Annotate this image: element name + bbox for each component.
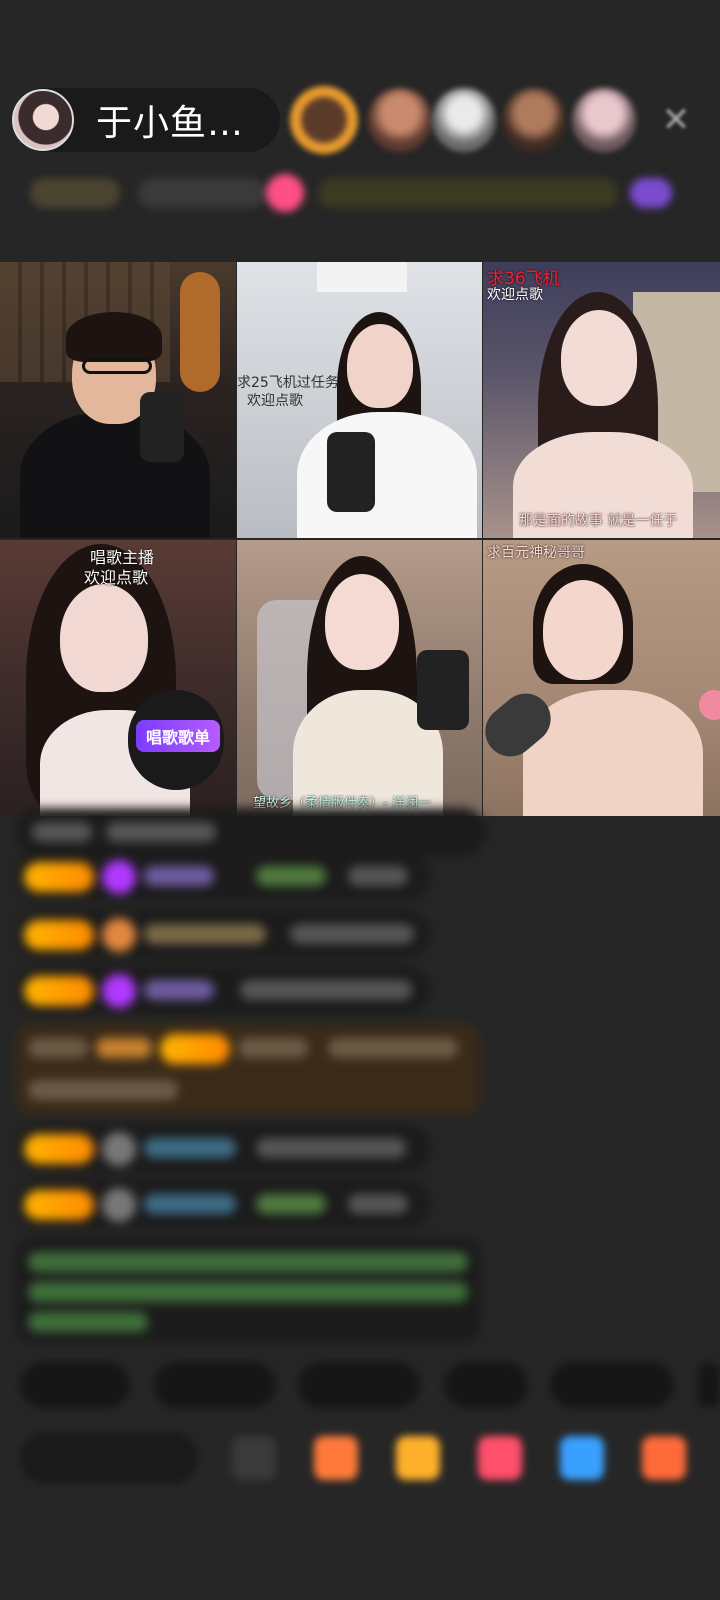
tile-caption: 求百元神秘哥哥 (487, 545, 585, 561)
viewer-avatar[interactable] (432, 88, 496, 152)
guest-video-tile-3[interactable]: 求36飞机 欢迎点歌 那是面的故事 就是一任于 (483, 262, 720, 538)
tile-caption: 求25飞机过任务 (237, 375, 339, 391)
quick-reply-chip[interactable] (298, 1362, 420, 1408)
viewer-avatar[interactable] (368, 88, 432, 152)
quick-reply-bar (0, 1356, 720, 1412)
guest-video-tile-2[interactable]: 求25飞机过任务 欢迎点歌 (237, 262, 482, 538)
viewer-avatar[interactable] (290, 86, 358, 154)
live-room: 于小鱼爱… ✕ 求25飞机过任务 欢迎点歌 求36飞机 欢迎点歌 那是面的故事 … (0, 0, 720, 1600)
quick-reply-chip[interactable] (444, 1362, 528, 1408)
room-info-row (0, 168, 720, 220)
viewer-avatar[interactable] (572, 88, 636, 152)
host-avatar[interactable] (12, 89, 74, 151)
close-icon[interactable]: ✕ (656, 100, 696, 140)
emoji-icon[interactable] (232, 1436, 276, 1480)
multi-guest-video-grid: 求25飞机过任务 欢迎点歌 求36飞机 欢迎点歌 那是面的故事 就是一任于 唱歌… (0, 262, 720, 816)
quick-reply-chip[interactable] (698, 1362, 720, 1408)
guest-video-tile-1[interactable] (0, 262, 236, 538)
chat-message-list (0, 806, 720, 1346)
quick-reply-chip[interactable] (550, 1362, 674, 1408)
song-list-badge[interactable]: 唱歌歌单 (136, 720, 221, 752)
chat-system-notice (16, 1238, 480, 1342)
host-info-pill[interactable]: 于小鱼爱… (12, 88, 280, 152)
gift-box-icon[interactable] (314, 1436, 358, 1480)
chat-message (16, 910, 430, 958)
quick-reply-chip[interactable] (20, 1362, 130, 1408)
chat-message-highlight (16, 1024, 480, 1114)
gift-icon[interactable] (396, 1436, 440, 1480)
chat-message (16, 808, 486, 856)
host-name: 于小鱼爱… (96, 103, 276, 144)
tile-caption: 欢迎点歌 (84, 568, 149, 587)
guest-video-tile-6[interactable]: 求百元神秘哥哥 (483, 540, 720, 816)
chat-message (16, 966, 430, 1014)
chat-message (16, 1124, 430, 1172)
bottom-action-bar (0, 1426, 720, 1490)
viewer-avatar[interactable] (502, 88, 566, 152)
chat-message (16, 852, 430, 900)
tile-caption: 欢迎点歌 (247, 393, 303, 409)
tile-caption: 那是面的故事 就是一任于 (519, 513, 678, 529)
comment-input[interactable] (20, 1432, 198, 1484)
share-icon[interactable] (560, 1436, 604, 1480)
more-icon[interactable] (642, 1436, 686, 1480)
quick-reply-chip[interactable] (154, 1362, 276, 1408)
guest-video-tile-5[interactable]: 望故乡（柔情版伴奏）- 洋澜一 (237, 540, 482, 816)
heart-icon[interactable] (478, 1436, 522, 1480)
chat-message (16, 1180, 430, 1228)
tile-caption: 欢迎点歌 (487, 287, 543, 303)
guest-video-tile-4[interactable]: 唱歌主播 欢迎点歌 唱歌歌单 (0, 540, 236, 816)
